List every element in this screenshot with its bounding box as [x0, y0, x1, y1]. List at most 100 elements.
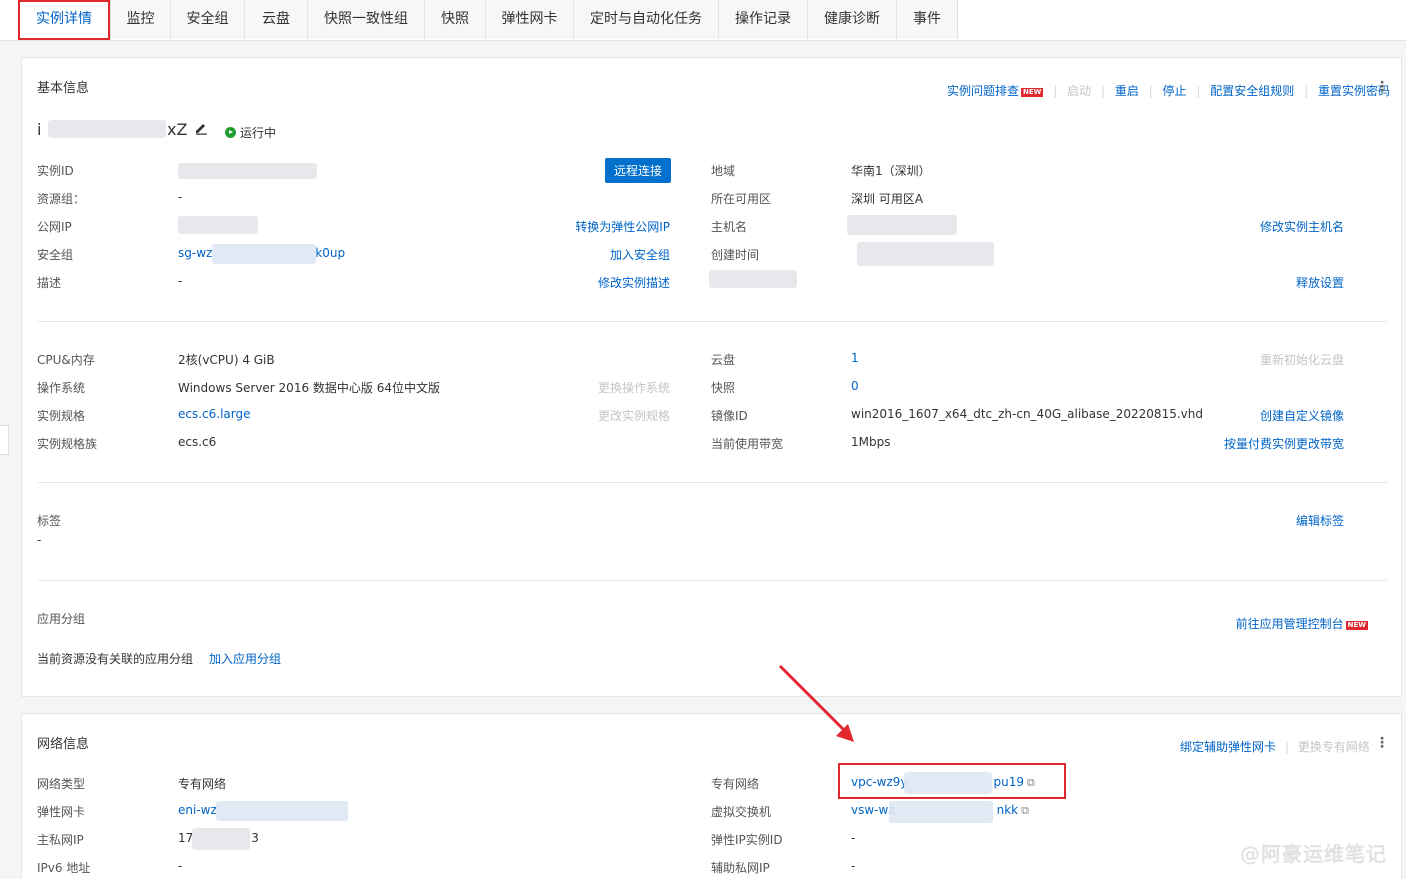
- security-group-label: 安全组: [37, 248, 74, 262]
- bind-eni-button[interactable]: 绑定辅助弹性网卡: [1180, 740, 1276, 754]
- security-group-id-head: sg-wz: [178, 246, 213, 260]
- redacted-instance-id: [178, 163, 317, 179]
- redacted-security-group-id: [212, 244, 316, 264]
- release-settings-button[interactable]: 释放设置: [1296, 274, 1344, 291]
- divider: [38, 482, 1387, 483]
- reinit-disk-button[interactable]: 重新初始化云盘: [1260, 351, 1344, 368]
- primary-private-ip-label: 主私网IP: [37, 833, 84, 847]
- remote-connect-button[interactable]: 远程连接: [605, 158, 672, 183]
- vpc-highlight-box: [838, 763, 1066, 799]
- eip-id-value: -: [851, 831, 856, 845]
- public-ip-label: 公网IP: [37, 220, 72, 234]
- stop-button[interactable]: 停止: [1163, 84, 1187, 98]
- eip-id-label: 弹性IP实例ID: [711, 833, 783, 847]
- image-id-value: win2016_1607_x64_dtc_zh-cn_40G_alibase_2…: [851, 407, 1203, 421]
- description-value: -: [178, 274, 183, 288]
- red-arrow-annotation: [778, 664, 854, 742]
- tab-security-group[interactable]: 安全组: [171, 0, 245, 39]
- tab-scheduled-tasks[interactable]: 定时与自动化任务: [574, 0, 719, 39]
- more-vertical-icon[interactable]: ⋮: [1375, 79, 1389, 95]
- instance-id-label: 实例ID: [37, 164, 74, 178]
- tab-highlight-box: [18, 0, 110, 40]
- instance-family-label: 实例规格族: [37, 437, 98, 451]
- region-label: 地域: [711, 164, 736, 178]
- description-label: 描述: [37, 276, 62, 290]
- eni-label: 弹性网卡: [37, 805, 86, 819]
- ipv6-value: -: [178, 859, 183, 873]
- vswitch-id-tail: nkk: [996, 803, 1019, 817]
- sidebar-collapse-handle[interactable]: [0, 425, 9, 455]
- instance-type-link[interactable]: ecs.c6.large: [178, 407, 251, 421]
- network-type-value: 专有网络: [178, 777, 227, 791]
- cloud-disk-count[interactable]: 1: [851, 351, 859, 365]
- tab-monitoring[interactable]: 监控: [111, 0, 171, 39]
- tags-value: -: [37, 533, 42, 547]
- troubleshoot-button[interactable]: 实例问题排查: [947, 84, 1019, 98]
- resource-group-label: 资源组：: [37, 192, 86, 206]
- edit-hostname-button[interactable]: 修改实例主机名: [1260, 218, 1344, 235]
- eni-link[interactable]: eni-wz: [178, 803, 217, 817]
- redacted-hostname: [847, 215, 957, 235]
- zone-value: 深圳 可用区A: [851, 192, 924, 206]
- bandwidth-value: 1Mbps: [851, 435, 891, 449]
- network-actions: 绑定辅助弹性网卡 | 更换专有网络: [1180, 740, 1370, 754]
- os-value: Windows Server 2016 数据中心版 64位中文版: [178, 381, 440, 395]
- external-link-icon[interactable]: ⧉: [1021, 804, 1029, 817]
- divider: [38, 580, 1387, 581]
- new-badge: NEW: [1345, 621, 1368, 630]
- redacted-vswitch-id: [889, 801, 993, 823]
- tab-eni[interactable]: 弹性网卡: [486, 0, 574, 39]
- os-label: 操作系统: [37, 381, 86, 395]
- cloud-disk-label: 云盘: [711, 353, 736, 367]
- tags-label: 标签: [37, 514, 62, 528]
- instance-name-suffix: xZ: [167, 120, 188, 139]
- instance-type-label: 实例规格: [37, 409, 86, 423]
- vpc-label: 专有网络: [711, 777, 760, 791]
- tab-snapshot[interactable]: 快照: [425, 0, 486, 39]
- created-time-label: 创建时间: [711, 248, 760, 262]
- change-vpc-button[interactable]: 更换专有网络: [1298, 740, 1370, 754]
- edit-tags-button[interactable]: 编辑标签: [1296, 512, 1344, 529]
- join-app-group-button[interactable]: 加入应用分组: [209, 650, 281, 667]
- private-ip-head: 17: [178, 831, 194, 845]
- instance-family-value: ecs.c6: [178, 435, 217, 449]
- watermark: @阿豪运维笔记: [1240, 842, 1387, 866]
- basic-info-card: 基本信息 实例问题排查 NEW | 启动 | 重启 | 停止 | 配置安全组规则 …: [21, 57, 1402, 697]
- cpu-memory-value: 2核(vCPU) 4 GiB: [178, 353, 275, 367]
- network-info-title: 网络信息: [37, 737, 90, 752]
- resource-group-value: -: [178, 190, 183, 204]
- start-button[interactable]: 启动: [1067, 84, 1091, 98]
- network-info-card: 网络信息 绑定辅助弹性网卡 | 更换专有网络 ⋮ 网络类型 专有网络 弹性网卡 …: [21, 713, 1402, 879]
- app-console-link[interactable]: 前往应用管理控制台: [1236, 617, 1344, 631]
- redacted-instance-name: [48, 120, 166, 138]
- hostname-label: 主机名: [711, 220, 748, 234]
- redacted-created-time: [857, 242, 994, 266]
- snapshot-count[interactable]: 0: [851, 379, 859, 393]
- app-console-link-wrap: 前往应用管理控制台 NEW: [1236, 615, 1368, 632]
- change-os-button[interactable]: 更换操作系统: [598, 379, 670, 396]
- more-vertical-icon[interactable]: ⋮: [1375, 735, 1389, 751]
- basic-info-actions: 实例问题排查 NEW | 启动 | 重启 | 停止 | 配置安全组规则 | 重置实…: [947, 84, 1390, 98]
- tab-operation-log[interactable]: 操作记录: [719, 0, 808, 39]
- status-badge: 运行中: [225, 124, 276, 141]
- cpu-memory-label: CPU&内存: [37, 353, 95, 367]
- create-custom-image-button[interactable]: 创建自定义镜像: [1260, 407, 1344, 424]
- pencil-icon[interactable]: [194, 121, 208, 138]
- vswitch-label: 虚拟交换机: [711, 805, 772, 819]
- join-security-group-button[interactable]: 加入安全组: [610, 246, 670, 263]
- config-sg-rules-button[interactable]: 配置安全组规则: [1210, 84, 1294, 98]
- secondary-private-ip-label: 辅助私网IP: [711, 861, 770, 875]
- convert-eip-button[interactable]: 转换为弹性公网IP: [575, 218, 670, 235]
- tab-health-diagnosis[interactable]: 健康诊断: [808, 0, 897, 39]
- play-circle-icon: [225, 127, 236, 138]
- tab-snapshot-consistency-group[interactable]: 快照一致性组: [308, 0, 425, 39]
- tab-cloud-disk[interactable]: 云盘: [245, 0, 308, 39]
- snapshot-label: 快照: [711, 381, 736, 395]
- tab-events[interactable]: 事件: [897, 0, 958, 39]
- new-badge: NEW: [1021, 88, 1044, 97]
- restart-button[interactable]: 重启: [1115, 84, 1139, 98]
- edit-description-button[interactable]: 修改实例描述: [598, 274, 670, 291]
- divider: [38, 321, 1387, 322]
- change-instance-type-button[interactable]: 更改实例规格: [598, 407, 670, 424]
- change-bandwidth-button[interactable]: 按量付费实例更改带宽: [1224, 435, 1344, 452]
